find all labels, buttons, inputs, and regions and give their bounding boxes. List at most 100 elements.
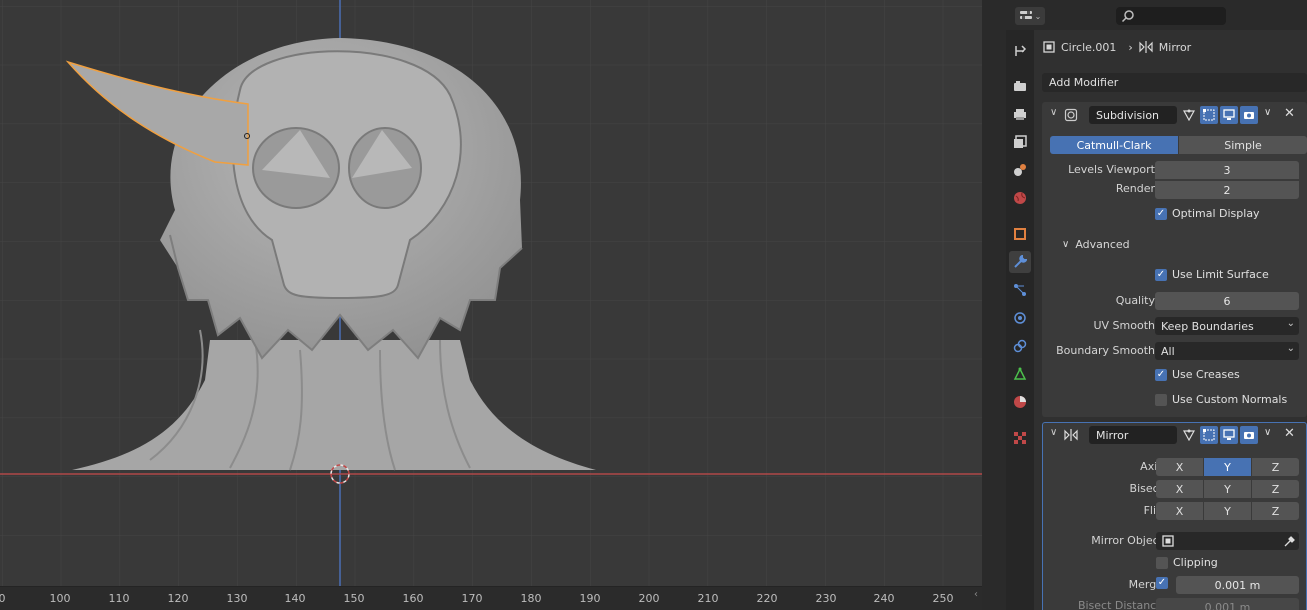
ruler-tick: 210 [697,592,719,605]
particles-icon [1014,284,1026,296]
uv-smooth-dropdown[interactable]: Keep Boundaries ⌄ [1155,317,1299,335]
tool-icon [1015,45,1027,56]
flip-z-toggle[interactable]: Z [1252,502,1299,520]
flip-x-toggle[interactable]: X [1156,502,1203,520]
optimal-display-checkbox[interactable]: ✓ Optimal Display [1155,207,1260,220]
ruler-tick: 100 [49,592,71,605]
close-icon[interactable]: ✕ [1284,426,1295,441]
render-toggle[interactable] [1240,426,1258,444]
merge-checkbox[interactable]: ✓ [1156,577,1168,589]
tab-particles[interactable] [1009,279,1031,301]
tab-view-layer[interactable] [1009,131,1031,153]
advanced-subpanel-header[interactable]: ∨ Advanced [1062,238,1130,251]
boundary-smooth-dropdown[interactable]: All ⌄ [1155,342,1299,360]
eyedropper-icon[interactable] [1283,535,1295,547]
search-icon [1121,10,1134,23]
flip-y-toggle[interactable]: Y [1204,502,1251,520]
mirror-object-field[interactable] [1156,532,1299,550]
tab-material[interactable] [1009,391,1031,413]
axis-z-toggle[interactable]: Z [1252,458,1299,476]
bisect-x-toggle[interactable]: X [1156,480,1203,498]
ruler-tick: 200 [638,592,660,605]
checkmark-icon: ✓ [1155,268,1167,281]
subdivision-name-field[interactable]: Subdivision [1089,106,1177,124]
tab-modifiers[interactable] [1009,251,1031,273]
axis-y-toggle[interactable]: Y [1204,458,1251,476]
axis-selector: X Y Z [1156,458,1299,476]
clipping-label: Clipping [1173,556,1218,569]
viewport-toggle[interactable] [1220,106,1238,124]
properties-search-input[interactable] [1116,7,1226,25]
mirror-modifier-icon [1064,429,1078,441]
bisect-z-toggle[interactable]: Z [1252,480,1299,498]
tab-world[interactable] [1009,187,1031,209]
render-levels-field[interactable]: 2 [1155,181,1299,199]
scroll-left-icon[interactable]: ‹ [974,589,978,600]
catmull-clark-option[interactable]: Catmull-Clark [1050,136,1178,154]
edit-mode-cage-toggle[interactable] [1180,426,1198,444]
tab-render[interactable] [1009,75,1031,97]
axis-x-toggle[interactable]: X [1156,458,1203,476]
simple-option[interactable]: Simple [1179,136,1307,154]
area-splitter[interactable] [982,0,1006,610]
viewport-scene [0,0,982,586]
use-creases-checkbox[interactable]: ✓ Use Creases [1155,368,1240,381]
edit-mode-cage-toggle[interactable] [1180,106,1198,124]
data-icon [1013,367,1027,380]
tab-tool[interactable] [1009,40,1031,62]
levels-viewport-field[interactable]: 3 [1155,161,1299,179]
use-limit-surface-checkbox[interactable]: ✓ Use Limit Surface [1155,268,1269,281]
ruler-tick: 170 [461,592,483,605]
add-modifier-button[interactable]: Add Modifier [1042,73,1307,92]
edit-mode-toggle[interactable] [1200,426,1218,444]
ruler-tick: 120 [167,592,189,605]
bisect-y-toggle[interactable]: Y [1204,480,1251,498]
object-icon [1014,228,1026,240]
ruler-tick: 0 [0,592,6,605]
collapse-chevron-icon[interactable]: ∨ [1050,427,1057,438]
merge-distance-field[interactable]: 0.001 m [1176,576,1299,594]
timeline-ruler[interactable]: 0 100 110 120 130 140 150 160 170 180 19… [0,586,982,610]
render-toggle[interactable] [1240,106,1258,124]
close-icon[interactable]: ✕ [1284,106,1295,121]
tab-data[interactable] [1009,363,1031,385]
checkbox-empty-icon [1156,556,1168,569]
editor-type-button[interactable]: ⌄ [1015,7,1045,25]
edit-mode-toggle[interactable] [1200,106,1218,124]
use-custom-normals-label: Use Custom Normals [1172,393,1288,406]
bisect-distance-label: Bisect Distance [1077,599,1163,610]
tab-texture[interactable] [1009,427,1031,449]
tab-physics[interactable] [1009,307,1031,329]
quality-field[interactable]: 6 [1155,292,1299,310]
tab-object[interactable] [1009,223,1031,245]
checkbox-empty-icon [1155,393,1167,406]
view-layer-icon [1014,135,1027,148]
constraints-icon [1013,339,1027,353]
tab-constraints[interactable] [1009,335,1031,357]
vertex-triangle-icon [1183,429,1195,441]
checkmark-icon: ✓ [1156,577,1168,589]
modifier-menu-chevron-icon[interactable]: ∨ [1264,427,1271,438]
modifier-menu-chevron-icon[interactable]: ∨ [1264,107,1271,118]
3d-viewport[interactable]: 0 100 110 120 130 140 150 160 170 180 19… [0,0,982,610]
clipping-checkbox[interactable]: Clipping [1156,556,1218,569]
properties-editor: ⌄ Circle.001 › Mirror Add Modifier ∨ Sub… [1006,0,1307,610]
mirror-modifier-panel: ∨ Mirror ∨ ✕ Axis X Y Z Bisect X Y Z Fli… [1042,422,1307,610]
material-icon [1014,396,1026,408]
boundary-smooth-value: All [1161,344,1175,358]
use-limit-surface-label: Use Limit Surface [1172,268,1269,281]
tab-scene[interactable] [1009,159,1031,181]
boundary-smooth-label: Boundary Smooth [1056,344,1155,357]
levels-viewport-label: Levels Viewport [1068,163,1155,176]
collapse-chevron-icon[interactable]: ∨ [1050,107,1057,118]
ruler-tick: 190 [579,592,601,605]
ruler-tick: 130 [226,592,248,605]
modifier-content: Circle.001 › Mirror Add Modifier ∨ Subdi… [1042,30,1307,610]
tab-output[interactable] [1009,103,1031,125]
uv-smooth-value: Keep Boundaries [1161,319,1254,333]
mirror-name-field[interactable]: Mirror [1089,426,1177,444]
bisect-distance-field[interactable]: 0.001 m [1156,598,1299,610]
viewport-toggle[interactable] [1220,426,1238,444]
scene-icon [1014,164,1026,176]
use-custom-normals-checkbox[interactable]: Use Custom Normals [1155,393,1287,406]
